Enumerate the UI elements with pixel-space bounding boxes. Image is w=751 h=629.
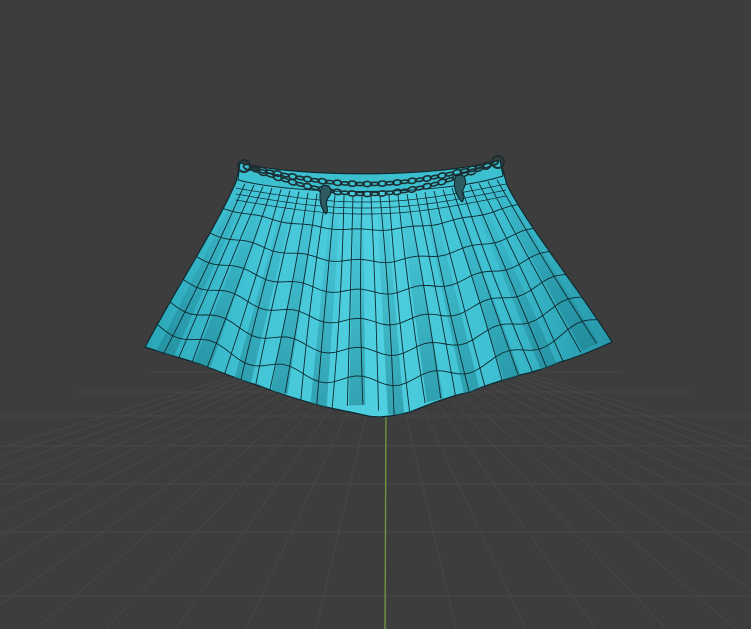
grid-line [0,365,294,481]
grid-line [35,365,345,629]
grid-line [0,365,336,606]
grid-line [410,365,597,629]
grid-line [452,365,751,526]
grid-line [469,365,751,487]
skirt-model[interactable] [144,159,613,418]
grid-line [436,365,751,591]
grid-line [427,365,737,629]
grid-line [0,365,320,537]
grid-line [0,365,328,567]
grid-line [419,365,667,629]
grid-line [461,365,751,504]
grid-line [503,365,751,442]
grid-line [495,365,751,451]
grid-line [105,365,353,629]
3d-viewport[interactable] [0,0,751,629]
viewport-canvas[interactable] [0,0,751,629]
